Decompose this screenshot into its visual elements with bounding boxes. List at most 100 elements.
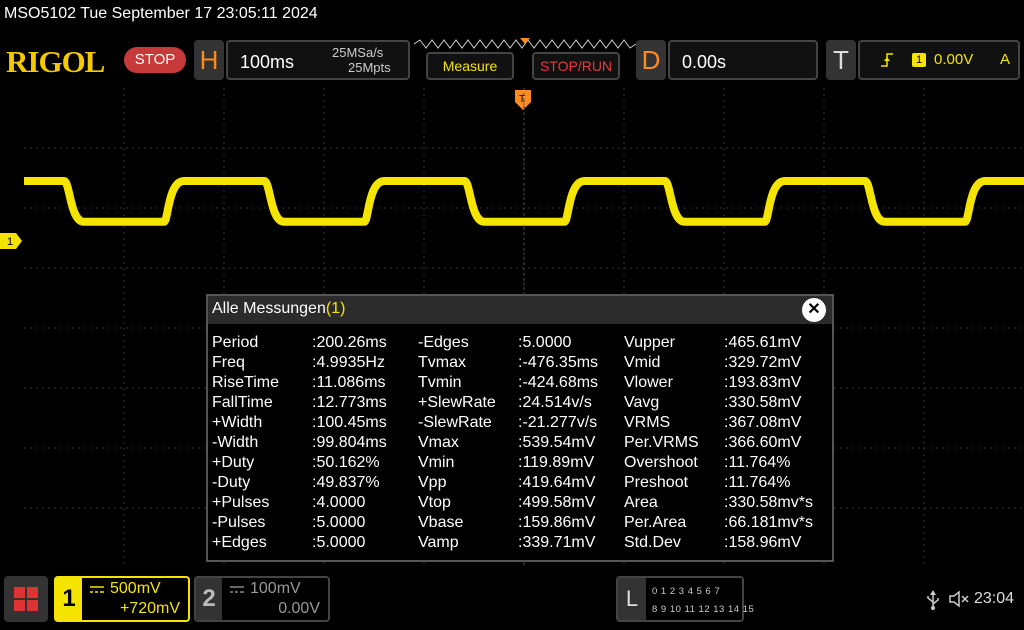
horizontal-menu-button[interactable]: H bbox=[194, 40, 224, 80]
dc-coupling-icon bbox=[230, 586, 244, 593]
measurement-value: :11.086ms bbox=[312, 374, 386, 391]
rising-edge-icon bbox=[881, 53, 893, 67]
stop-run-button[interactable]: STOP/RUN bbox=[532, 52, 620, 80]
delay-menu-button[interactable]: D bbox=[636, 40, 666, 80]
channel-1-offset: +720mV bbox=[119, 600, 180, 617]
measurement-value: :-424.68ms bbox=[518, 374, 599, 391]
measurement-value: :-476.35ms bbox=[518, 354, 599, 371]
measurement-name: -Pulses bbox=[212, 514, 266, 531]
all-measurements-dialog: Alle Messungen(1) ✕ Period :200.26ms Freq:… bbox=[206, 294, 834, 562]
dialog-title: Alle Messungen(1) bbox=[212, 300, 346, 317]
timebase-value: 100ms bbox=[240, 52, 295, 72]
measurement-name: +Edges bbox=[212, 534, 267, 551]
measurement-value: :499.58mV bbox=[518, 494, 596, 511]
channel-2-number: 2 bbox=[196, 578, 222, 620]
measurement-name: +SlewRate bbox=[418, 394, 496, 411]
measurement-name: -Width bbox=[212, 434, 259, 451]
measurement-value: :24.514v/s bbox=[518, 394, 592, 411]
channel-2-offset: 0.00V bbox=[278, 600, 320, 617]
speaker-muted-icon[interactable] bbox=[948, 590, 970, 608]
measurement-name: Per.Area bbox=[624, 514, 687, 531]
measurement-name: Overshoot bbox=[624, 454, 698, 471]
timebase-panel[interactable]: 100ms 25MSa/s 25Mpts bbox=[226, 40, 410, 80]
bottom-bar: 1 500mV +720mV 2 100mV 0.00V L 0 1 2 3 4… bbox=[0, 570, 1024, 630]
measurement-value: :5.0000 bbox=[518, 334, 572, 351]
measurement-name: Vmax bbox=[418, 434, 459, 451]
close-button[interactable]: ✕ bbox=[802, 298, 826, 322]
measurement-name: Vmin bbox=[418, 454, 455, 471]
measurement-name: Preshoot bbox=[624, 474, 689, 491]
usb-icon bbox=[927, 590, 939, 610]
channel-1-marker-icon[interactable]: 1 bbox=[0, 233, 24, 249]
logic-letter: L bbox=[618, 578, 646, 620]
logic-channels-panel[interactable]: L 0 1 2 3 4 5 6 7 8 9 10 11 12 13 14 15 bbox=[616, 576, 754, 622]
measurement-value: :50.162% bbox=[312, 454, 380, 471]
measurement-name: -Duty bbox=[212, 474, 251, 491]
trigger-level: 0.00V bbox=[934, 51, 974, 68]
measurement-value: :366.60mV bbox=[724, 434, 802, 451]
delay-panel[interactable]: 0.00s bbox=[668, 40, 818, 80]
dialog-header: Alle Messungen(1) ✕ bbox=[208, 296, 832, 324]
measurement-name: Area bbox=[624, 494, 658, 511]
measurement-name: Vbase bbox=[418, 514, 464, 531]
measurement-name: Vamp bbox=[418, 534, 459, 551]
measurement-name: Freq bbox=[212, 354, 245, 371]
measurement-value: :12.773ms bbox=[312, 394, 387, 411]
logic-channels-row1: 0 1 2 3 4 5 6 7 bbox=[652, 586, 721, 597]
measurement-value: :-21.277v/s bbox=[518, 414, 598, 431]
trigger-position-strip-icon bbox=[414, 38, 636, 49]
title-bar: MSO5102 Tue September 17 23:05:11 2024 bbox=[0, 0, 1024, 30]
measurement-name: Vupper bbox=[624, 334, 675, 351]
channel-1-scale: 500mV bbox=[110, 580, 161, 597]
measurement-value: :49.837% bbox=[312, 474, 380, 491]
measurement-value: :200.26ms bbox=[312, 334, 387, 351]
trigger-panel[interactable]: 1 0.00V A bbox=[858, 40, 1020, 80]
dc-coupling-icon bbox=[90, 586, 104, 593]
measurement-name: Vmid bbox=[624, 354, 661, 371]
measurement-value: :539.54mV bbox=[518, 434, 596, 451]
measurement-value: :11.764% bbox=[724, 454, 791, 471]
measurement-name: -SlewRate bbox=[418, 414, 492, 431]
trigger-menu-button[interactable]: T bbox=[826, 40, 856, 80]
trigger-source-badge: 1 bbox=[912, 53, 926, 67]
measurement-name: +Pulses bbox=[212, 494, 270, 511]
measurement-name: RiseTime bbox=[212, 374, 279, 391]
channel-1-panel[interactable]: 1 500mV +720mV bbox=[54, 576, 190, 622]
measurement-value: :329.72mV bbox=[724, 354, 802, 371]
measurement-value: :5.0000 bbox=[312, 534, 366, 551]
top-control-bar: RIGOL STOP H 100ms 25MSa/s 25Mpts Measur… bbox=[0, 36, 1024, 84]
memory-depth: 25Mpts bbox=[348, 60, 391, 75]
measurement-name: Per.VRMS bbox=[624, 434, 699, 451]
measurement-name: Vavg bbox=[624, 394, 660, 411]
measurement-name: +Width bbox=[212, 414, 263, 431]
measurement-name: Vpp bbox=[418, 474, 447, 491]
measurement-value: :159.86mV bbox=[518, 514, 596, 531]
measurement-value: :465.61mV bbox=[724, 334, 802, 351]
channel-2-panel[interactable]: 2 100mV 0.00V bbox=[194, 576, 330, 622]
device-title: MSO5102 Tue September 17 23:05:11 2024 bbox=[4, 5, 318, 22]
delay-value: 0.00s bbox=[682, 52, 727, 72]
measure-button[interactable]: Measure bbox=[426, 52, 514, 80]
measurement-name: -Edges bbox=[418, 334, 469, 351]
measurement-value: :4.9935Hz bbox=[312, 354, 385, 371]
channel-1-marker-label: 1 bbox=[7, 236, 13, 248]
measurement-value: :5.0000 bbox=[312, 514, 366, 531]
clock: 23:04 bbox=[974, 590, 1015, 607]
run-state-button[interactable]: STOP bbox=[124, 47, 186, 73]
measurement-value: :99.804ms bbox=[312, 434, 387, 451]
measurement-value: :330.58mv*s bbox=[724, 494, 813, 511]
logic-channels-row2: 8 9 10 11 12 13 14 15 bbox=[652, 604, 755, 615]
measurement-value: :193.83mV bbox=[724, 374, 802, 391]
measurement-name: Tvmax bbox=[418, 354, 466, 371]
home-menu-button[interactable] bbox=[4, 576, 48, 622]
measurement-name: Period bbox=[212, 334, 259, 351]
measurement-value: :4.0000 bbox=[312, 494, 366, 511]
rigol-logo: RIGOL bbox=[6, 44, 105, 79]
measurement-value: :100.45ms bbox=[312, 414, 387, 431]
measurement-name: FallTime bbox=[212, 394, 273, 411]
grid-menu-icon bbox=[14, 587, 38, 611]
measurement-name: +Duty bbox=[212, 454, 255, 471]
trigger-mode: A bbox=[1000, 51, 1011, 68]
measurement-name: Vlower bbox=[624, 374, 673, 391]
channel-2-scale: 100mV bbox=[250, 580, 301, 597]
